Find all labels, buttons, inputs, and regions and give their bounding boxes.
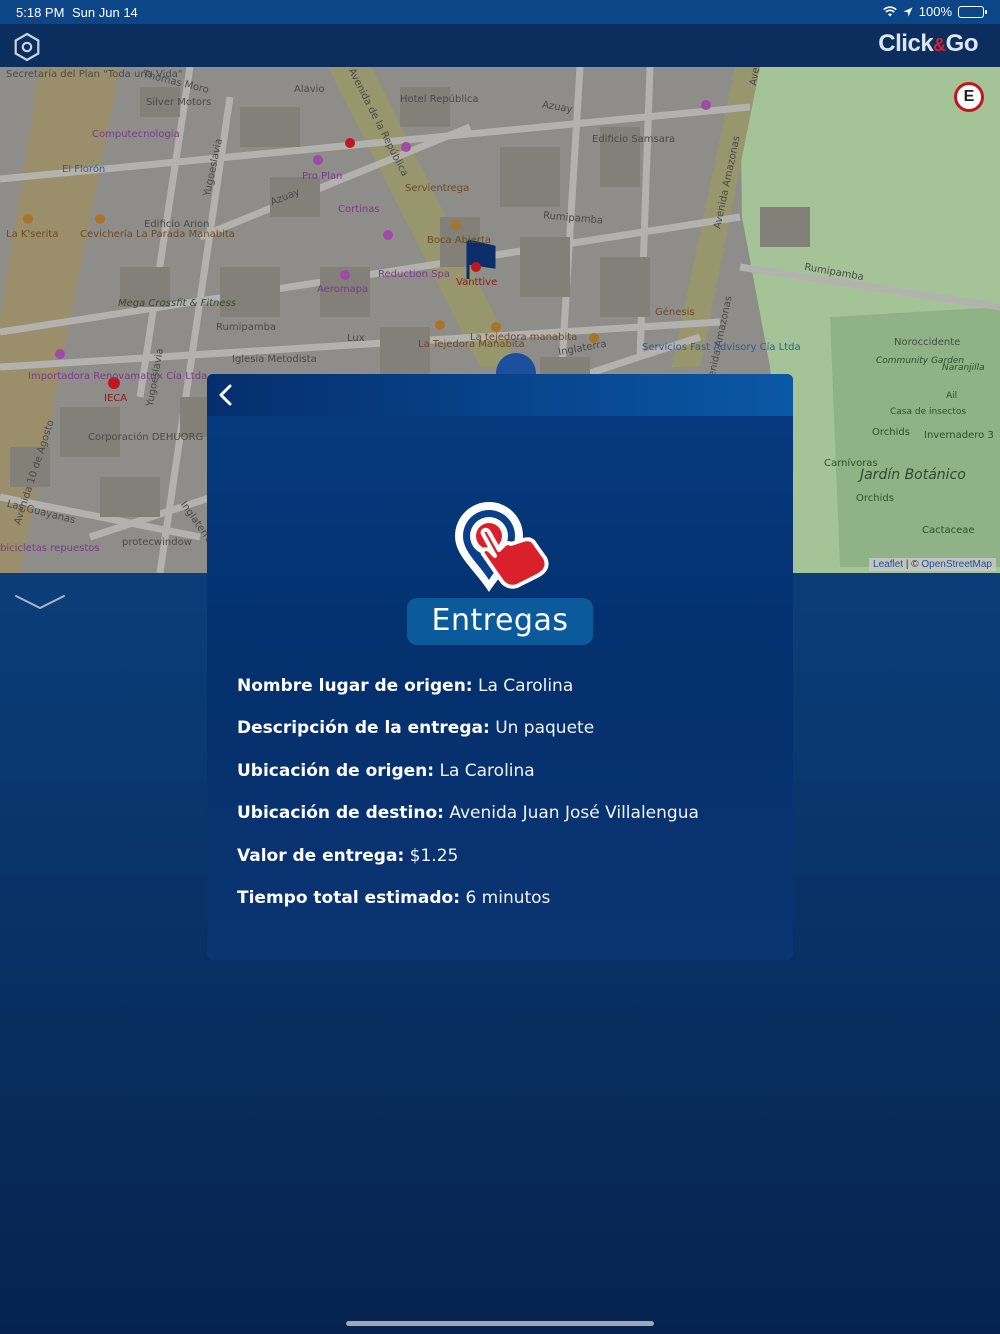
location-pin-hand-icon <box>455 502 549 592</box>
location-arrow-icon <box>903 7 913 16</box>
detail-label: Tiempo total estimado: <box>237 887 461 908</box>
detail-value: La Carolina <box>478 676 574 696</box>
map-label-mega-crossfit: Mega Crossfit & Fitness <box>118 298 236 309</box>
battery-icon <box>958 5 987 18</box>
map-label-alavio: Alavio <box>294 84 325 95</box>
map-label-edificio-samsara: Edificio Samsara <box>592 134 676 145</box>
detail-delivery-price: Valor de entrega: $1.25 <box>237 846 777 888</box>
modal-title: Entregas <box>407 598 593 645</box>
map-label-reduction-spa: Reduction Spa <box>378 269 450 280</box>
brand-logo-amp: & <box>933 35 946 55</box>
map-label-corporacion-dehuorg: Corporación DEHUORG <box>88 432 204 443</box>
map-label-orchids-2: Orchids <box>856 493 894 504</box>
map-label-pro-plan: Pro Plan <box>302 171 343 182</box>
map-label-genesis: Génesis <box>655 307 695 318</box>
map-label-boca-abierta: Boca Abierta <box>427 235 492 246</box>
map-label-el-floron: El Florón <box>62 164 106 175</box>
detail-estimated-time: Tiempo total estimado: 6 minutos <box>237 888 777 930</box>
e-marker-icon[interactable]: E <box>954 82 984 112</box>
map-label-computecnologia: Computecnologia <box>92 129 180 140</box>
map-label-cactaceae: Cactaceae <box>922 525 975 536</box>
detail-origin-location: Ubicación de origen: La Carolina <box>237 761 777 803</box>
detail-destination-location: Ubicación de destino: Avenida Juan José … <box>237 803 777 845</box>
map-label-ail: Ail <box>946 391 958 401</box>
map-label-hotel-republica: Hotel República <box>400 94 479 105</box>
map-label-lux: Lux <box>347 333 365 344</box>
leaflet-link[interactable]: Leaflet <box>873 559 903 570</box>
modal-header <box>207 374 793 416</box>
map-label-aeromapa: Aeromapa <box>317 284 369 295</box>
detail-label: Valor de entrega: <box>237 845 405 866</box>
detail-label: Ubicación de destino: <box>237 803 444 824</box>
map-label-cortinas: Cortinas <box>338 204 380 215</box>
chevron-down-icon[interactable] <box>14 590 66 614</box>
map-label-servientrega: Servientrega <box>405 183 470 194</box>
detail-origin-name: Nombre lugar de origen: La Carolina <box>237 676 777 718</box>
map-label-invernadero: Invernadero 3 <box>924 430 994 441</box>
openstreetmap-link[interactable]: OpenStreetMap <box>921 559 992 570</box>
map-label-bicicletas: bicicletas repuestos <box>0 543 100 554</box>
detail-label: Nombre lugar de origen: <box>237 676 473 696</box>
home-indicator[interactable] <box>346 1321 654 1326</box>
delivery-modal: Entregas Nombre lugar de origen: La Caro… <box>207 374 793 960</box>
detail-value: La Carolina <box>439 760 535 781</box>
detail-value: $1.25 <box>409 845 459 866</box>
map-attribution: Leaflet | © OpenStreetMap <box>869 558 996 571</box>
map-label-la-tejedora-2: La Tejedora Manabita <box>418 339 525 350</box>
map-label-importadora: Importadora Renovamatrix Cía Ltda <box>28 371 208 382</box>
map-label-orchids-1: Orchids <box>872 427 910 438</box>
detail-value: Avenida Juan José Villalengua <box>449 803 699 824</box>
map-label-edificio-arion: Edificio Arion <box>144 219 210 230</box>
map-label-protecwindow: protecwindow <box>122 537 192 548</box>
attribution-separator: | © <box>903 559 922 570</box>
map-label-cevicheria: Cevichería La Parada Manabita <box>80 229 235 240</box>
battery-percent: 100% <box>918 4 952 19</box>
detail-description: Descripción de la entrega: Un paquete <box>237 718 777 760</box>
brand-logo: Click&Go <box>878 30 978 58</box>
delivery-details: Nombre lugar de origen: La Carolina Desc… <box>237 676 777 930</box>
detail-label: Ubicación de origen: <box>237 760 435 781</box>
brand-logo-part2: Go <box>945 30 979 57</box>
app-header: Click&Go <box>0 24 1000 67</box>
map-label-noroccidente: Noroccidente <box>894 337 961 348</box>
status-time: 5:18 PM <box>16 5 65 20</box>
detail-value: Un paquete <box>495 718 595 739</box>
map-label-casa-insectos: Casa de insectos <box>890 407 967 417</box>
detail-value: 6 minutos <box>465 887 551 908</box>
map-label-la-kserita: La K'serita <box>6 229 59 240</box>
status-date: Sun Jun 14 <box>72 5 138 20</box>
map-label-naranjilla: Naranjilla <box>942 363 985 373</box>
wifi-icon <box>882 6 897 17</box>
brand-logo-part1: Click <box>878 30 934 57</box>
hexagon-settings-icon[interactable] <box>12 32 42 62</box>
detail-label: Descripción de la entrega: <box>237 718 490 739</box>
map-label-rumipamba-3: Rumipamba <box>216 322 277 333</box>
map-label-ieca: IECA <box>104 393 128 404</box>
map-label-jardin-botanico: Jardín Botánico <box>860 467 966 483</box>
map-label-vanttive: Vanttive <box>456 277 498 288</box>
map-label-iglesia-metodista: Iglesia Metodista <box>232 354 317 365</box>
status-bar: 5:18 PM Sun Jun 14 100% <box>0 0 1000 24</box>
chevron-left-icon[interactable] <box>215 383 239 407</box>
map-label-silver-motors: Silver Motors <box>146 97 212 108</box>
status-indicators: 100% <box>882 4 987 19</box>
